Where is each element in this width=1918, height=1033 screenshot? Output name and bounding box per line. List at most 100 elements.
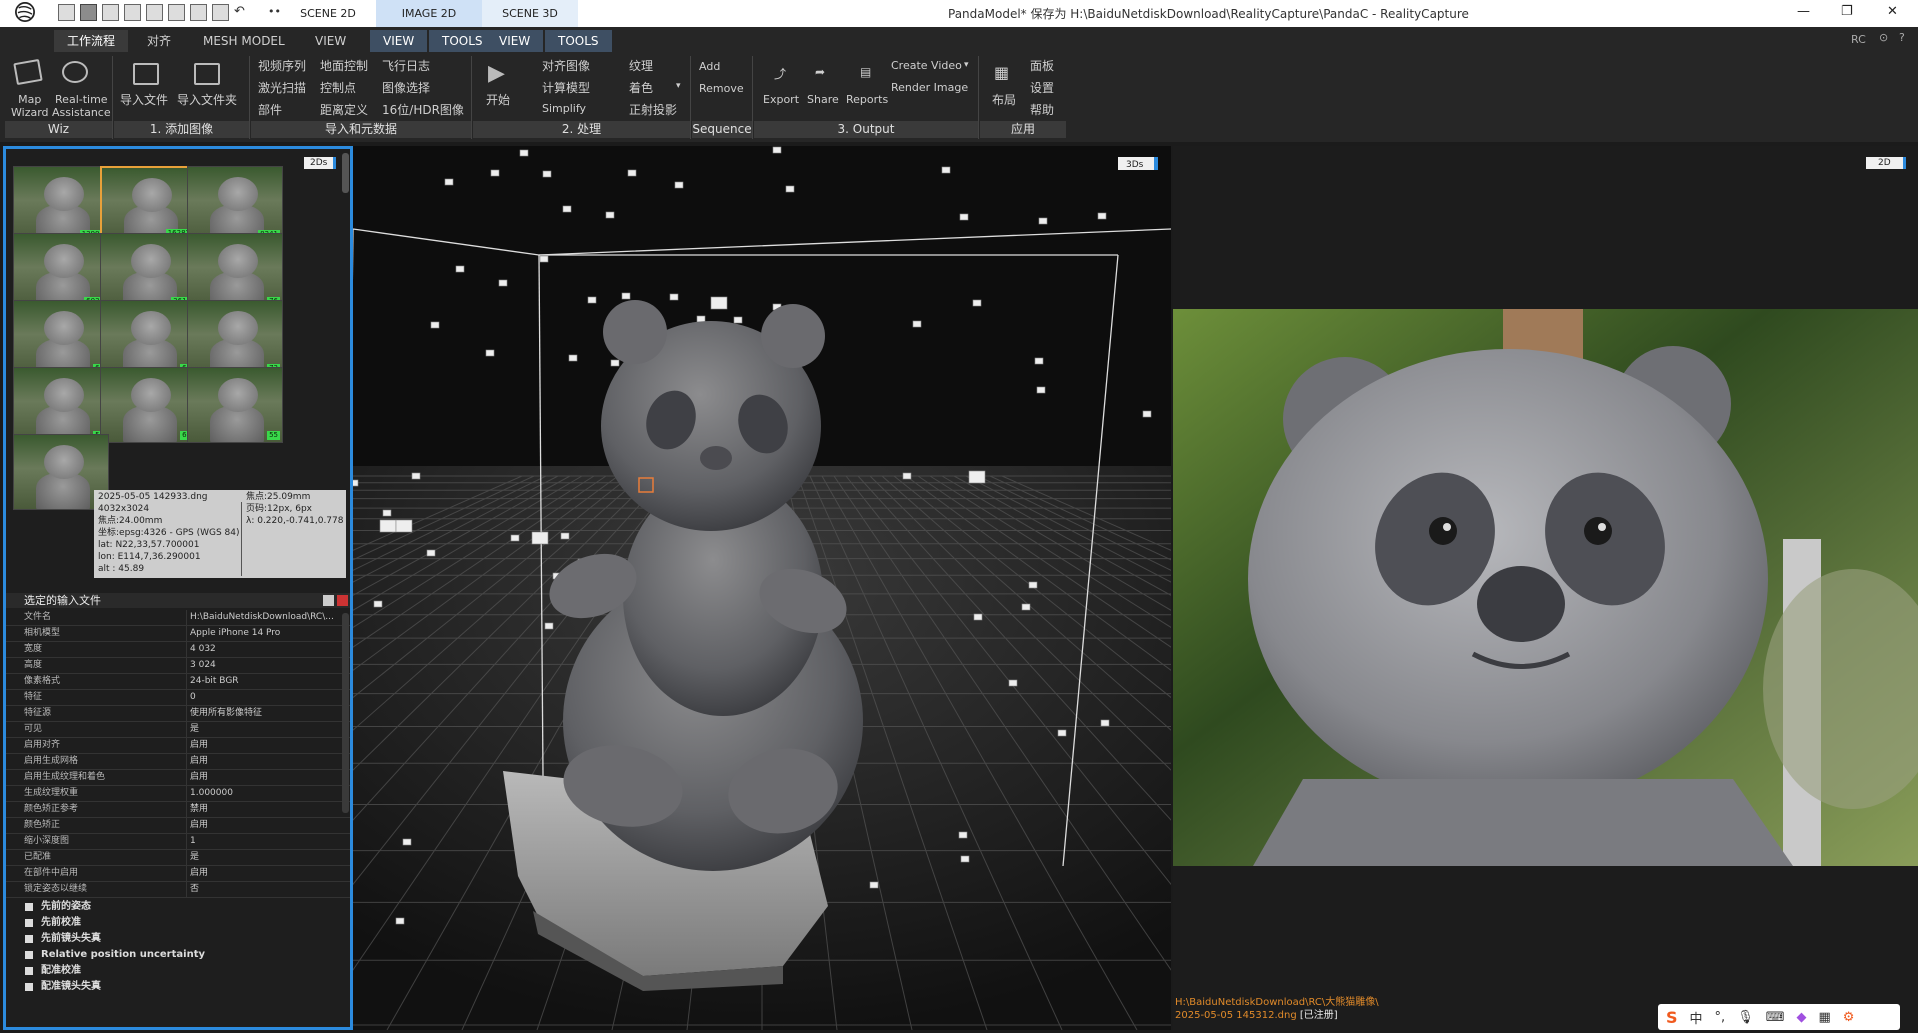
camera-marker-icon[interactable] [605, 211, 615, 219]
camera-marker-icon[interactable] [710, 296, 728, 310]
maximize-icon[interactable]: ❐ [1841, 4, 1853, 19]
property-row[interactable]: 启用生成纹理和着色 启用 [6, 770, 350, 786]
props-scrollbar[interactable] [342, 613, 349, 813]
doc-tab-scene2d[interactable]: SCENE 2D [280, 0, 376, 27]
property-row[interactable]: 颜色矫正参考 禁用 [6, 802, 350, 818]
layout-7-icon[interactable] [190, 4, 207, 21]
camera-marker-icon[interactable] [1036, 386, 1046, 394]
property-value[interactable]: 是 [190, 850, 199, 865]
distance-def-button[interactable]: 距离定义 [320, 101, 368, 118]
import-folder-button[interactable]: 导入文件夹 [177, 91, 237, 108]
image-thumbnail[interactable]: 68 [100, 300, 196, 376]
create-video-dropdown-icon[interactable]: ▾ [964, 60, 969, 70]
sogou-logo-icon[interactable]: S [1666, 1008, 1678, 1027]
camera-marker-icon[interactable] [772, 146, 782, 154]
camera-marker-icon[interactable] [972, 299, 982, 307]
realitycapture-logo-icon[interactable] [5, 0, 45, 26]
scene-3d-view[interactable]: 3Ds [353, 146, 1171, 1030]
image-thumbnail[interactable]: 16282 [100, 166, 196, 242]
render-image-button[interactable]: Render Image [891, 81, 968, 94]
camera-marker-icon[interactable] [912, 320, 922, 328]
tab-tools-scene[interactable]: TOOLS [545, 30, 612, 52]
camera-marker-icon[interactable] [379, 519, 397, 533]
camera-marker-icon[interactable] [1028, 581, 1038, 589]
pin-icon[interactable] [323, 595, 334, 606]
camera-marker-icon[interactable] [869, 881, 879, 889]
scene-3d-canvas[interactable]: 3Ds [353, 146, 1171, 1030]
image-thumbnail[interactable]: 61 [100, 367, 196, 443]
camera-marker-icon[interactable] [669, 293, 679, 301]
doc-tab-image2d[interactable]: IMAGE 2D [376, 0, 482, 27]
layout-4-icon[interactable] [124, 4, 141, 21]
tab-mesh-model[interactable]: MESH MODEL [190, 30, 298, 52]
camera-marker-icon[interactable] [402, 838, 412, 846]
property-value[interactable]: 4 032 [190, 642, 216, 657]
expand-plus-icon[interactable] [25, 935, 33, 943]
camera-marker-icon[interactable] [426, 549, 436, 557]
layout-button[interactable]: 布局 [992, 91, 1016, 108]
property-row[interactable]: 颜色矫正 启用 [6, 818, 350, 834]
settings-button[interactable]: 设置 [1030, 79, 1054, 96]
layout-8-icon[interactable] [212, 4, 229, 21]
images-2ds-badge[interactable]: 2Ds [304, 157, 337, 169]
camera-marker-icon[interactable] [958, 831, 968, 839]
property-value[interactable]: 1 [190, 834, 196, 849]
camera-marker-icon[interactable] [1100, 719, 1110, 727]
export-button[interactable]: Export [763, 93, 799, 106]
close-panel-icon[interactable] [337, 595, 348, 606]
image-thumbnail[interactable]: 55 [187, 367, 283, 443]
image-thumbnail[interactable]: 6030 [13, 233, 109, 309]
camera-marker-icon[interactable] [696, 315, 706, 323]
layout-5-icon[interactable] [146, 4, 163, 21]
layout-1-icon[interactable] [58, 4, 75, 21]
image-thumbnail[interactable]: 53 [13, 367, 109, 443]
property-value[interactable]: 启用 [190, 770, 208, 785]
doc-tab-scene3d[interactable]: SCENE 3D [482, 0, 578, 27]
camera-marker-icon[interactable] [490, 169, 500, 177]
property-row[interactable]: 可见 是 [6, 722, 350, 738]
property-row[interactable]: 特征源 使用所有影像特征 [6, 706, 350, 722]
property-row[interactable]: 启用对齐 启用 [6, 738, 350, 754]
tab-view-scene[interactable]: VIEW [486, 30, 544, 52]
laser-scan-button[interactable]: 激光扫描 [258, 79, 306, 96]
ime-settings-icon[interactable]: ⚙ [1843, 1010, 1855, 1025]
image-thumbnail[interactable]: 64 [13, 300, 109, 376]
import-folder-icon[interactable] [194, 63, 220, 85]
start-play-icon[interactable]: ▶ [488, 61, 505, 86]
property-row[interactable]: 在部件中启用 启用 [6, 866, 350, 882]
undo-icon[interactable]: ↶ [234, 4, 251, 21]
camera-marker-icon[interactable] [411, 472, 421, 480]
camera-marker-icon[interactable] [1097, 212, 1107, 220]
tab-view-image[interactable]: VIEW [370, 30, 428, 52]
property-value[interactable]: H:\BaiduNetdiskDownload\RC\... [190, 610, 334, 625]
camera-marker-icon[interactable] [560, 532, 570, 540]
camera-marker-icon[interactable] [539, 255, 549, 263]
reports-button[interactable]: Reports [846, 93, 888, 106]
image-thumbnail[interactable]: 3613 [100, 233, 196, 309]
camera-marker-icon[interactable] [498, 279, 508, 287]
image-thumbnail[interactable]: 76 [187, 233, 283, 309]
property-section[interactable]: 先前镜头失真 [6, 931, 350, 947]
property-row[interactable]: 特征 0 [6, 690, 350, 706]
thumbnail-scrollbar[interactable] [342, 153, 349, 193]
simplify-button[interactable]: Simplify [542, 102, 586, 115]
camera-marker-icon[interactable] [430, 321, 440, 329]
camera-marker-icon[interactable] [959, 213, 969, 221]
property-value[interactable]: 启用 [190, 866, 208, 881]
property-row[interactable]: 启用生成网格 启用 [6, 754, 350, 770]
realtime-assistance-button[interactable]: Real-time Assistance [52, 93, 111, 119]
process-dropdown-icon[interactable]: ▾ [676, 81, 681, 91]
property-value[interactable]: 使用所有影像特征 [190, 706, 262, 721]
tab-align[interactable]: 对齐 [134, 30, 184, 52]
expand-plus-icon[interactable] [25, 967, 33, 975]
info-circle-icon[interactable]: ? [1899, 31, 1905, 44]
share-icon[interactable]: ➦ [815, 65, 825, 79]
camera-marker-icon[interactable] [562, 205, 572, 213]
ime-skin-icon[interactable]: ◆ [1796, 1010, 1806, 1025]
help-button[interactable]: 帮助 [1030, 101, 1054, 118]
property-row[interactable]: 宽度 4 032 [6, 642, 350, 658]
property-value[interactable]: Apple iPhone 14 Pro [190, 626, 280, 641]
image-thumbnail[interactable]: 73 [187, 300, 283, 376]
property-section[interactable]: 配准校准 [6, 963, 350, 979]
texture-button[interactable]: 纹理 [629, 57, 653, 74]
